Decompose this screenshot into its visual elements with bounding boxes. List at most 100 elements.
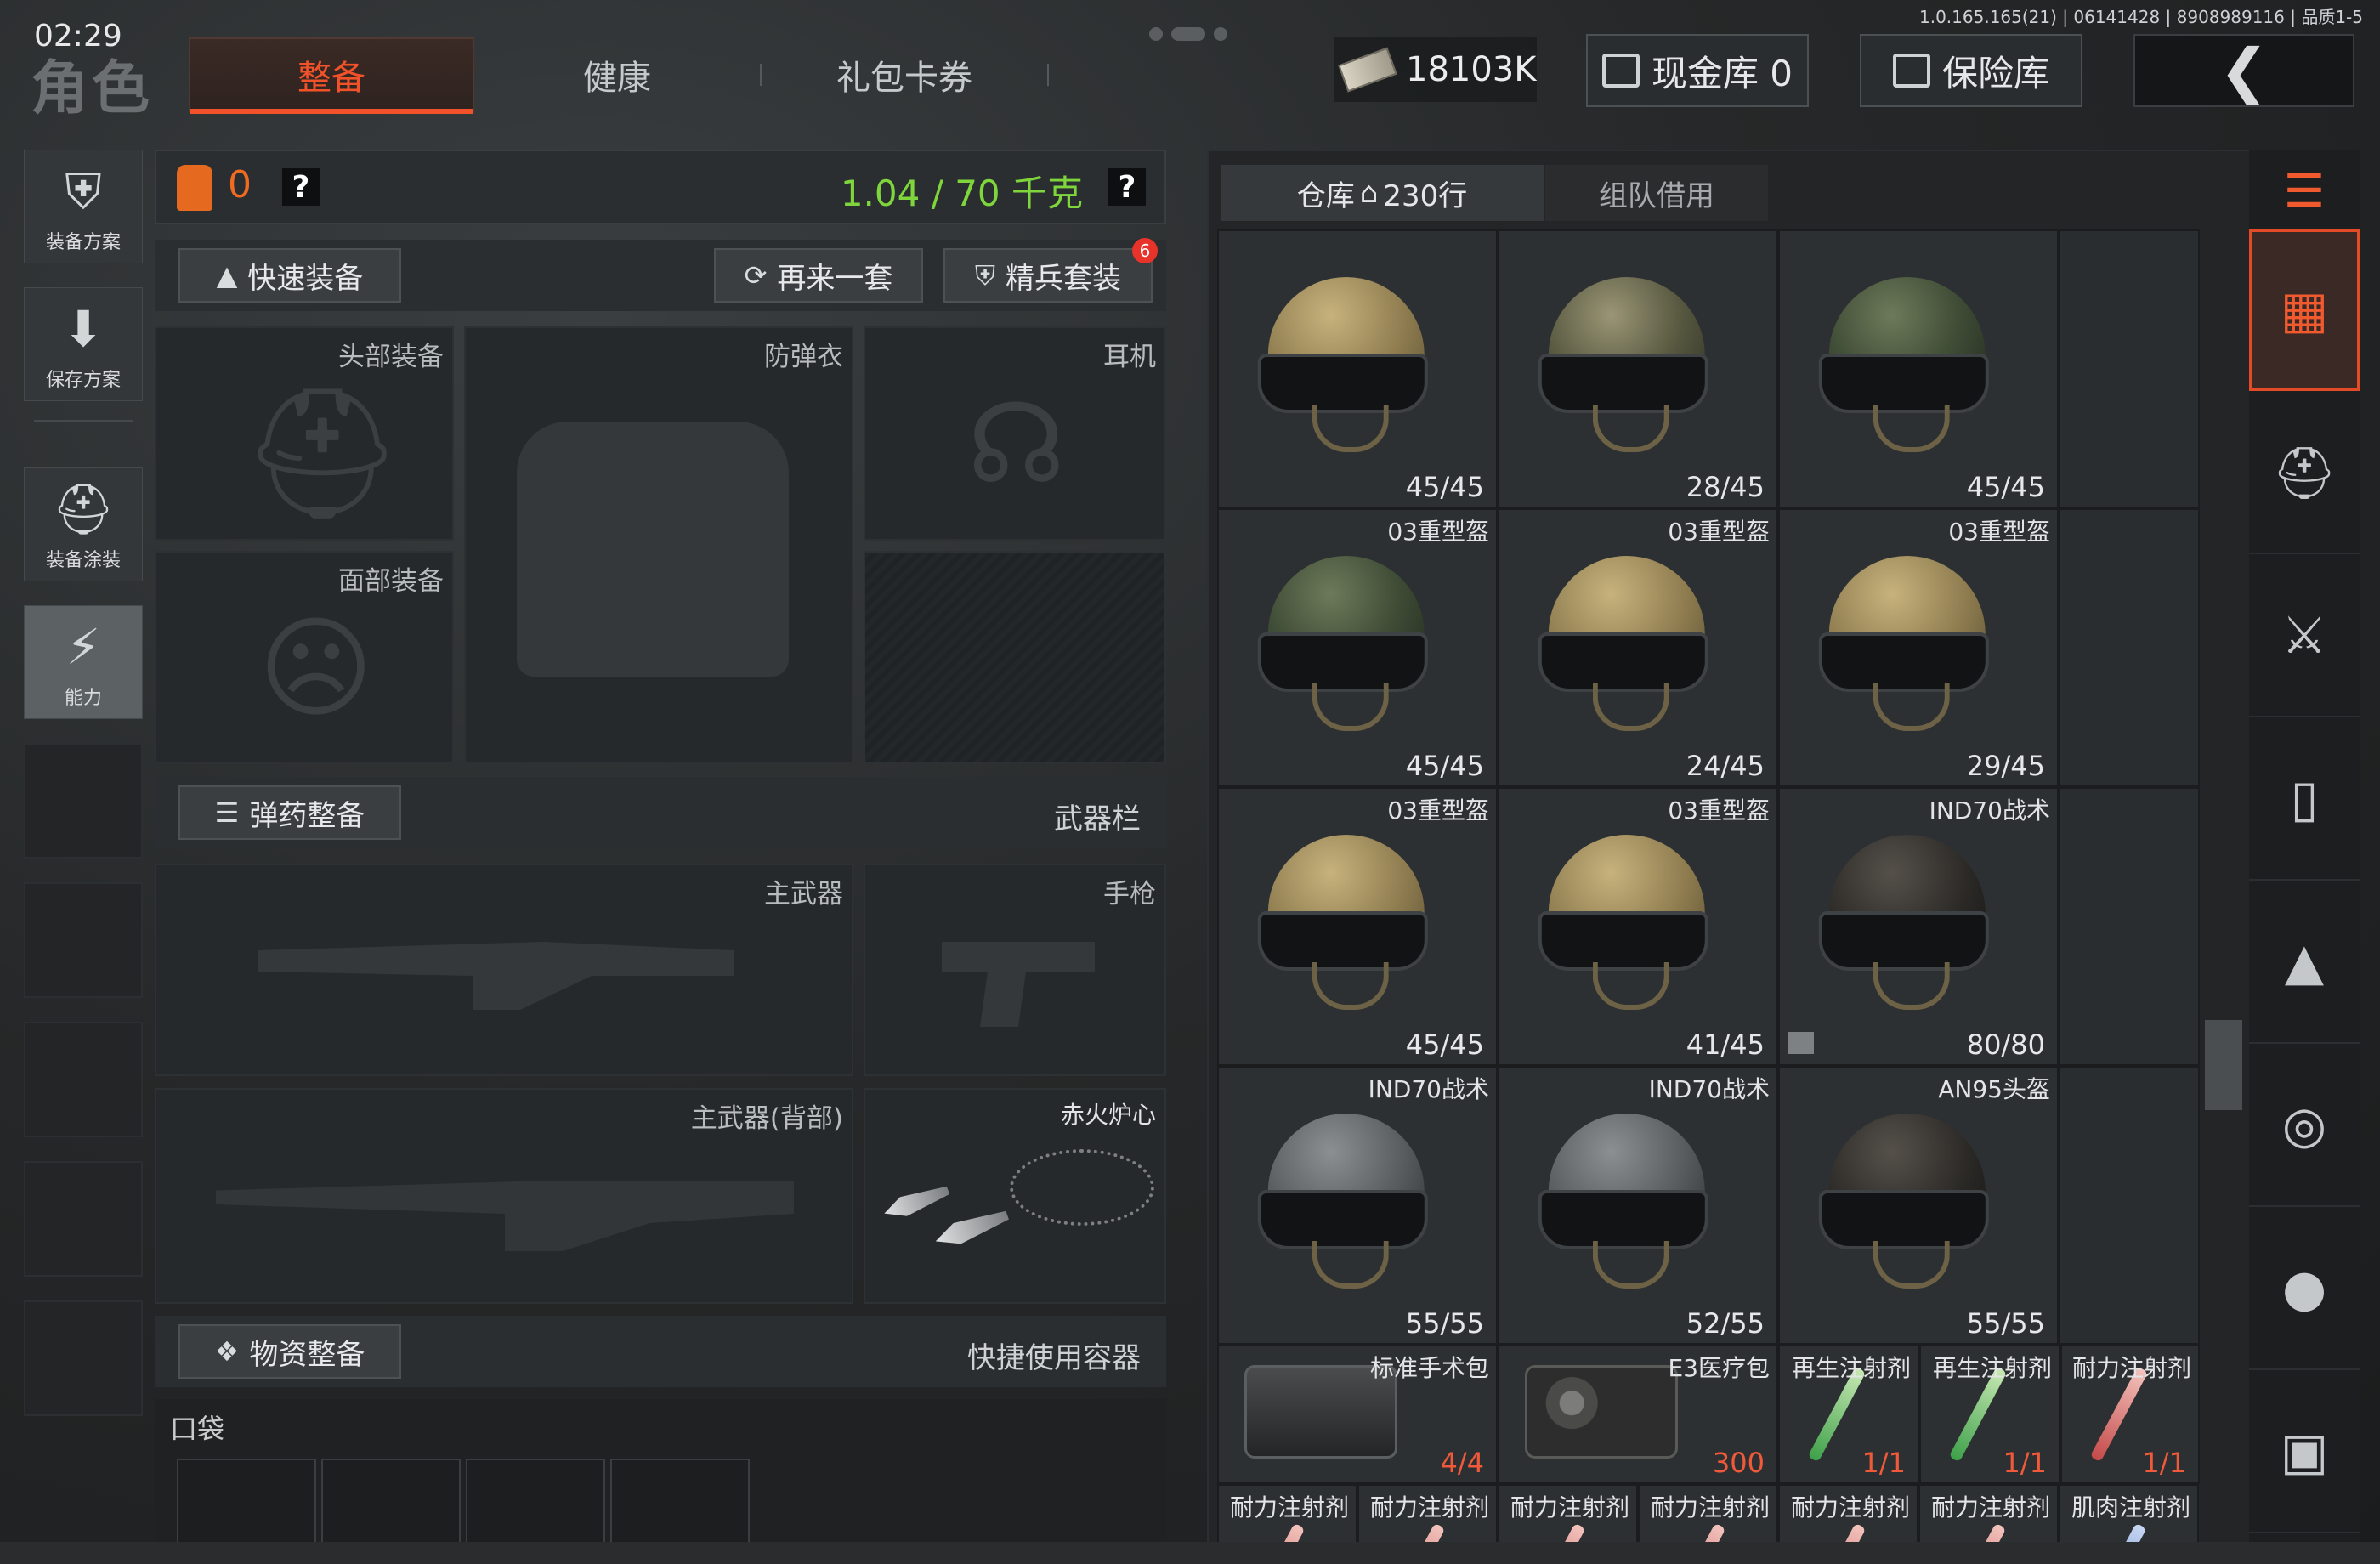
item-name: 耐力注射剂 [1650,1493,1770,1522]
warehouse-item[interactable]: 45/45 [1778,230,2059,508]
warehouse-item[interactable]: IND70战术 55/55 [1217,1066,1498,1345]
vest-icon: ⛨ [65,162,102,220]
cash-vault-button[interactable]: 现金库 0 [1586,34,1809,107]
category-misc[interactable]: ▣ [2249,1372,2360,1533]
empty-sidebar-slot [24,882,143,998]
item-durability: 55/55 [1405,1307,1484,1340]
armor-vest-icon [517,422,789,677]
pistol-slot[interactable]: 手枪 [864,864,1166,1076]
item-durability: 55/55 [1966,1307,2045,1340]
ammo-equip-button[interactable]: ☰ 弹药整备 [178,785,401,840]
backpack-icon [177,165,212,211]
warehouse-item[interactable]: 03重型盔 41/45 [1498,787,1778,1066]
loadout-plan-button[interactable]: ⛨ 装备方案 [24,150,143,264]
slot-label: 主武器 [764,879,843,910]
warehouse-item[interactable]: 标准手术包 4/4 [1217,1345,1498,1484]
item-durability: 24/45 [1686,750,1765,782]
item-name: IND70战术 [1648,1075,1770,1103]
save-plan-button[interactable]: ⬇ 保存方案 [24,287,143,401]
locked-slot [864,551,1166,763]
back-button[interactable]: ❮ [2134,34,2354,107]
safe-box-icon [1892,54,1930,88]
warehouse-item[interactable]: AN95头盔 55/55 [1778,1066,2059,1345]
pocket-slot[interactable] [466,1459,605,1552]
item-name: 耐力注射剂 [2071,1354,2191,1382]
item-durability: 80/80 [1966,1028,2045,1061]
category-rail: ☰ ▦ ⛑ ⚔ ▯ ▲ ◎ ● ▣ [2249,150,2360,1544]
warehouse-scrollbar[interactable] [2205,1020,2242,1110]
helmet-icon [1814,1114,2001,1289]
warehouse-item[interactable]: IND70战术 80/80 [1778,787,2059,1066]
category-scope[interactable]: ◎ [2249,1046,2360,1207]
all-items-icon: ▦ [2280,280,2329,340]
warehouse-item[interactable]: 再生注射剂 1/1 [1778,1345,1919,1484]
primary-back-weapon-slot[interactable]: 主武器(背部) [155,1088,853,1304]
face-gear-slot[interactable]: 面部装备 ☹ [155,551,454,763]
page-title: 角色 [31,55,154,122]
backpack-count: 0 [228,163,252,207]
help-icon[interactable]: ? [282,168,320,206]
weight-help-icon[interactable]: ? [1108,168,1146,206]
body-armor-slot[interactable]: 防弹衣 [464,326,853,763]
tab-team-borrow[interactable]: 组队借用 [1545,165,1768,221]
helmet-icon [1253,277,1440,452]
category-grenade[interactable]: ● [2249,1209,2360,1370]
pocket-slot[interactable] [177,1459,316,1552]
version-info: 1.0.165.165(21) | 06141428 | 8908989116 … [1919,7,2363,27]
quick-equip-button[interactable]: ▲ 快速装备 [178,248,401,303]
warehouse-item[interactable]: 03重型盔 45/45 [1217,508,1498,787]
tab-gift-vouchers[interactable]: 礼包卡券 [762,37,1047,112]
sidebar-divider [34,420,133,422]
helmet-icon: ⛑ [2271,443,2338,503]
head-gear-slot[interactable]: 头部装备 ⛑ [155,326,454,541]
headset-icon: ☊ [967,379,1066,508]
category-magazine[interactable]: ▯ [2249,719,2360,881]
melee-slot[interactable]: 赤火炉心 [864,1088,1166,1304]
warehouse-item[interactable]: 03重型盔 29/45 [1778,508,2059,787]
category-helmet[interactable]: ⛑ [2249,393,2360,554]
warehouse-item[interactable]: 耐力注射剂 1/1 [2060,1345,2200,1484]
medkit-icon [1525,1365,1678,1459]
warehouse-item[interactable]: 45/45 [1217,230,1498,508]
item-name: 耐力注射剂 [1510,1493,1629,1522]
category-ammo[interactable]: ▲ [2249,882,2360,1044]
empty-warehouse-slot[interactable] [2059,787,2200,1066]
elite-set-button[interactable]: ⛨ 精兵套装 6 [944,238,1158,303]
helmet-strap [1312,405,1389,452]
ability-button[interactable]: ⚡ 能力 [24,605,143,719]
headset-slot[interactable]: 耳机 ☊ [864,326,1166,541]
supply-equip-button[interactable]: ❖ 物资整备 [178,1324,401,1379]
pocket-label: 口袋 [170,1413,225,1445]
category-all-items[interactable]: ▦ [2249,230,2360,391]
lightning-hex-icon: ⚡ [65,618,101,676]
warehouse-item[interactable]: IND70战术 52/55 [1498,1066,1778,1345]
tab-health[interactable]: 健康 [474,37,760,112]
empty-warehouse-slot[interactable] [2059,1066,2200,1345]
equipment-skin-button[interactable]: ⛑ 装备涂装 [24,468,143,581]
sort-refresh-icon[interactable]: ☰ [2249,150,2360,231]
warehouse-item[interactable]: 03重型盔 24/45 [1498,508,1778,787]
loadout-plan-label: 装备方案 [45,232,121,253]
safe-box-button[interactable]: 保险库 [1860,34,2082,107]
category-rifle[interactable]: ⚔ [2249,556,2360,717]
warehouse-item[interactable]: 03重型盔 45/45 [1217,787,1498,1066]
pocket-slot[interactable] [610,1459,750,1552]
cash-vault-icon [1601,54,1640,88]
item-name: 标准手术包 [1369,1354,1489,1382]
empty-warehouse-slot[interactable] [2059,508,2200,787]
again-set-button[interactable]: ⟳ 再来一套 [714,248,923,303]
empty-warehouse-slot[interactable] [2059,230,2200,508]
warehouse-item[interactable]: 28/45 [1498,230,1778,508]
equip-actions-bar: ▲ 快速装备 ⟳ 再来一套 ⛨ 精兵套装 6 [155,238,1166,311]
rifle-icon: ⚔ [2281,606,2327,666]
home-icon: ⌂ [1359,176,1379,210]
tab-equip[interactable]: 整备 [189,37,474,114]
item-name: 耐力注射剂 [1229,1493,1349,1522]
primary-weapon-slot[interactable]: 主武器 [155,864,853,1076]
pocket-slot[interactable] [321,1459,461,1552]
helmet-icon [1253,556,1440,731]
tab-warehouse[interactable]: 仓库 ⌂ 230行 [1221,165,1544,221]
item-durability: 41/45 [1686,1028,1765,1061]
warehouse-item[interactable]: E3医疗包 300 [1498,1345,1778,1484]
warehouse-item[interactable]: 再生注射剂 1/1 [1919,1345,2060,1484]
